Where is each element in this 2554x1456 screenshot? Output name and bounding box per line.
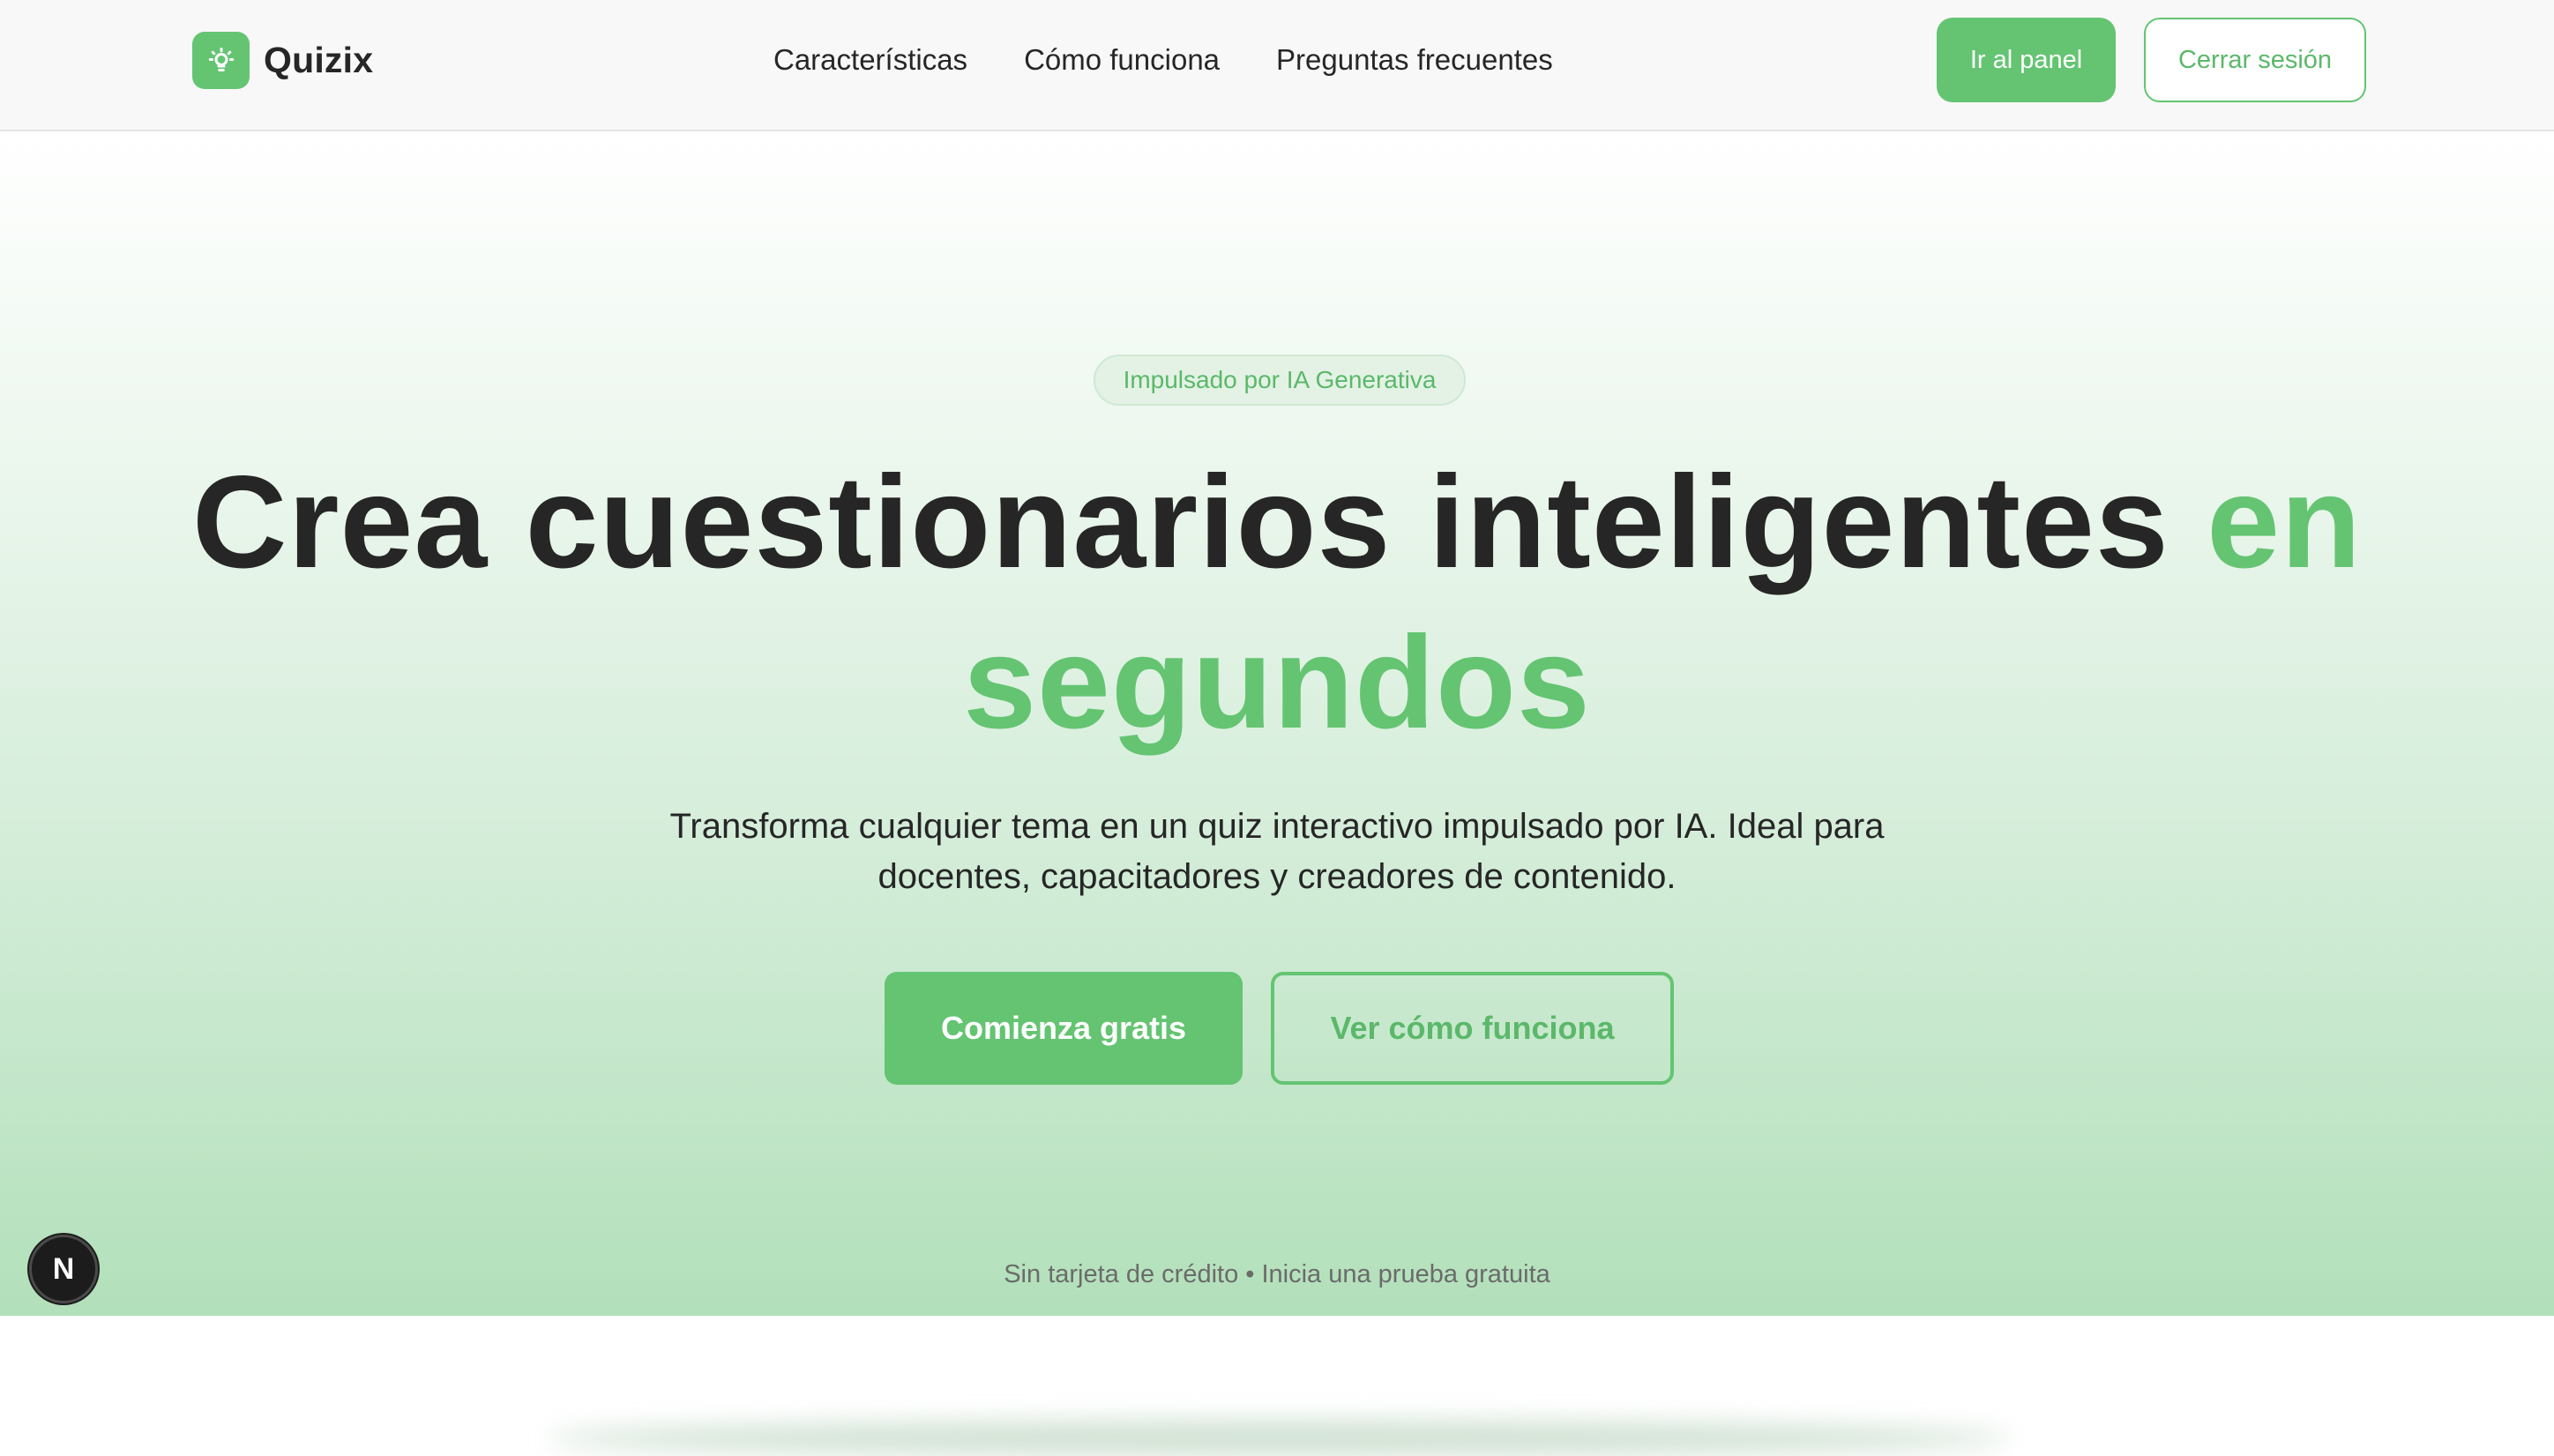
nav-link-caracteristicas[interactable]: Características	[773, 42, 967, 78]
go-to-panel-button[interactable]: Ir al panel	[1937, 18, 2116, 102]
lightbulb-icon	[192, 32, 250, 89]
see-how-it-works-button[interactable]: Ver cómo funciona	[1271, 972, 1674, 1085]
no-credit-card-note: Sin tarjeta de crédito • Inicia una prue…	[1004, 1260, 1550, 1288]
start-free-button[interactable]: Comienza gratis	[885, 972, 1243, 1085]
headline-accent-en: en	[2207, 448, 2363, 595]
headline-main: Crea cuestionarios inteligentes	[191, 448, 2169, 595]
brand[interactable]: Quizix	[192, 32, 373, 89]
hero-section: Impulsado por IA Generativa Crea cuestio…	[0, 133, 2554, 1456]
headline-accent-segundos: segundos	[963, 609, 1591, 756]
next-indicator-label: N	[52, 1251, 75, 1286]
site-header: Quizix Características Cómo funciona Pre…	[0, 0, 2554, 131]
ai-badge: Impulsado por IA Generativa	[1094, 355, 1466, 406]
nav-link-como-funciona[interactable]: Cómo funciona	[1024, 42, 1220, 78]
nav-link-preguntas-frecuentes[interactable]: Preguntas frecuentes	[1276, 42, 1553, 78]
hero-headline: Crea cuestionarios inteligentes en segun…	[132, 442, 2422, 763]
logout-button[interactable]: Cerrar sesión	[2144, 18, 2366, 102]
preview-shadow	[547, 1421, 2011, 1456]
hero-subtitle: Transforma cualquier tema en un quiz int…	[669, 807, 1885, 896]
brand-name: Quizix	[264, 40, 374, 80]
nextjs-logo-icon[interactable]: N	[29, 1235, 98, 1303]
main-nav: Características Cómo funciona Preguntas …	[773, 42, 1553, 78]
